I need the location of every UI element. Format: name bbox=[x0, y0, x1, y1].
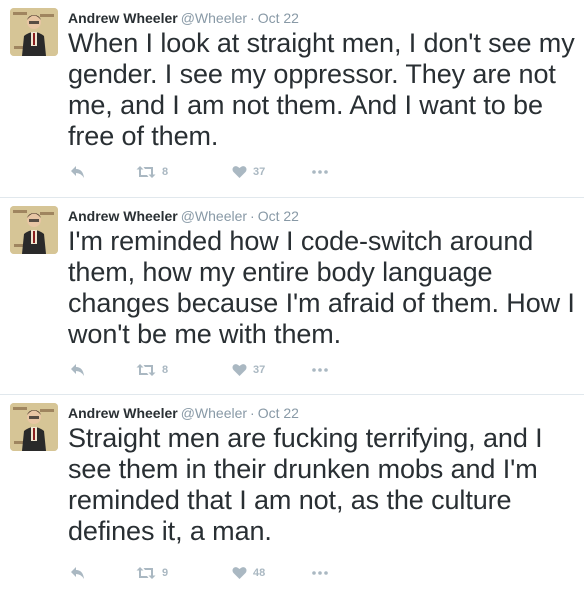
tweet[interactable]: Andrew Wheeler @Wheeler · Oct 22 When I loo… bbox=[0, 0, 584, 196]
separator-dot: · bbox=[250, 208, 255, 224]
tweet-text: Straight men are fucking terrifying, and… bbox=[68, 423, 543, 546]
tweet-text: I'm reminded how I code-switch around th… bbox=[68, 226, 575, 349]
tweet-header: Andrew Wheeler @Wheeler · Oct 22 bbox=[68, 207, 299, 225]
reply-icon bbox=[70, 566, 86, 580]
more-icon bbox=[312, 368, 328, 372]
tweet-header: Andrew Wheeler @Wheeler · Oct 22 bbox=[68, 9, 299, 27]
reply-icon bbox=[70, 165, 86, 179]
like-button[interactable]: 37 bbox=[232, 358, 265, 382]
author-handle[interactable]: @Wheeler bbox=[181, 208, 247, 224]
avatar[interactable] bbox=[10, 8, 58, 56]
author-name[interactable]: Andrew Wheeler bbox=[68, 208, 178, 224]
retweet-count: 8 bbox=[162, 364, 169, 376]
timestamp[interactable]: Oct 22 bbox=[258, 405, 299, 421]
retweet-icon bbox=[136, 165, 156, 179]
reply-button[interactable] bbox=[70, 358, 86, 382]
more-icon bbox=[312, 170, 328, 174]
retweet-button[interactable]: 8 bbox=[136, 160, 168, 184]
tweet[interactable]: Andrew Wheeler @Wheeler · Oct 22 I'm remind… bbox=[0, 197, 584, 394]
retweet-button[interactable]: 9 bbox=[136, 561, 168, 585]
author-handle[interactable]: @Wheeler bbox=[181, 405, 247, 421]
separator-dot: · bbox=[250, 405, 255, 421]
heart-icon bbox=[232, 165, 247, 179]
heart-icon bbox=[232, 363, 247, 377]
reply-button[interactable] bbox=[70, 561, 86, 585]
author-name[interactable]: Andrew Wheeler bbox=[68, 405, 178, 421]
more-icon bbox=[312, 571, 328, 575]
retweet-icon bbox=[136, 363, 156, 377]
avatar[interactable] bbox=[10, 206, 58, 254]
retweet-button[interactable]: 8 bbox=[136, 358, 168, 382]
more-button[interactable] bbox=[312, 358, 328, 382]
separator-dot: · bbox=[250, 10, 255, 26]
retweet-count: 9 bbox=[162, 567, 169, 579]
timestamp[interactable]: Oct 22 bbox=[258, 10, 299, 26]
author-handle[interactable]: @Wheeler bbox=[181, 10, 247, 26]
retweet-count: 8 bbox=[162, 166, 169, 178]
more-button[interactable] bbox=[312, 561, 328, 585]
heart-icon bbox=[232, 566, 247, 580]
retweet-icon bbox=[136, 566, 156, 580]
tweet-actions: 9 48 bbox=[66, 561, 366, 585]
reply-icon bbox=[70, 363, 86, 377]
tweet-actions: 8 37 bbox=[66, 160, 366, 184]
tweet-actions: 8 37 bbox=[66, 358, 366, 382]
like-count: 37 bbox=[253, 364, 266, 376]
tweet[interactable]: Andrew Wheeler @Wheeler · Oct 22 Straight m… bbox=[0, 394, 584, 596]
tweet-header: Andrew Wheeler @Wheeler · Oct 22 bbox=[68, 404, 299, 422]
more-button[interactable] bbox=[312, 160, 328, 184]
author-name[interactable]: Andrew Wheeler bbox=[68, 10, 178, 26]
like-button[interactable]: 37 bbox=[232, 160, 265, 184]
timestamp[interactable]: Oct 22 bbox=[258, 208, 299, 224]
tweet-text: When I look at straight men, I don't see… bbox=[68, 28, 575, 151]
reply-button[interactable] bbox=[70, 160, 86, 184]
like-count: 37 bbox=[253, 166, 266, 178]
like-button[interactable]: 48 bbox=[232, 561, 265, 585]
like-count: 48 bbox=[253, 567, 266, 579]
avatar[interactable] bbox=[10, 403, 58, 451]
